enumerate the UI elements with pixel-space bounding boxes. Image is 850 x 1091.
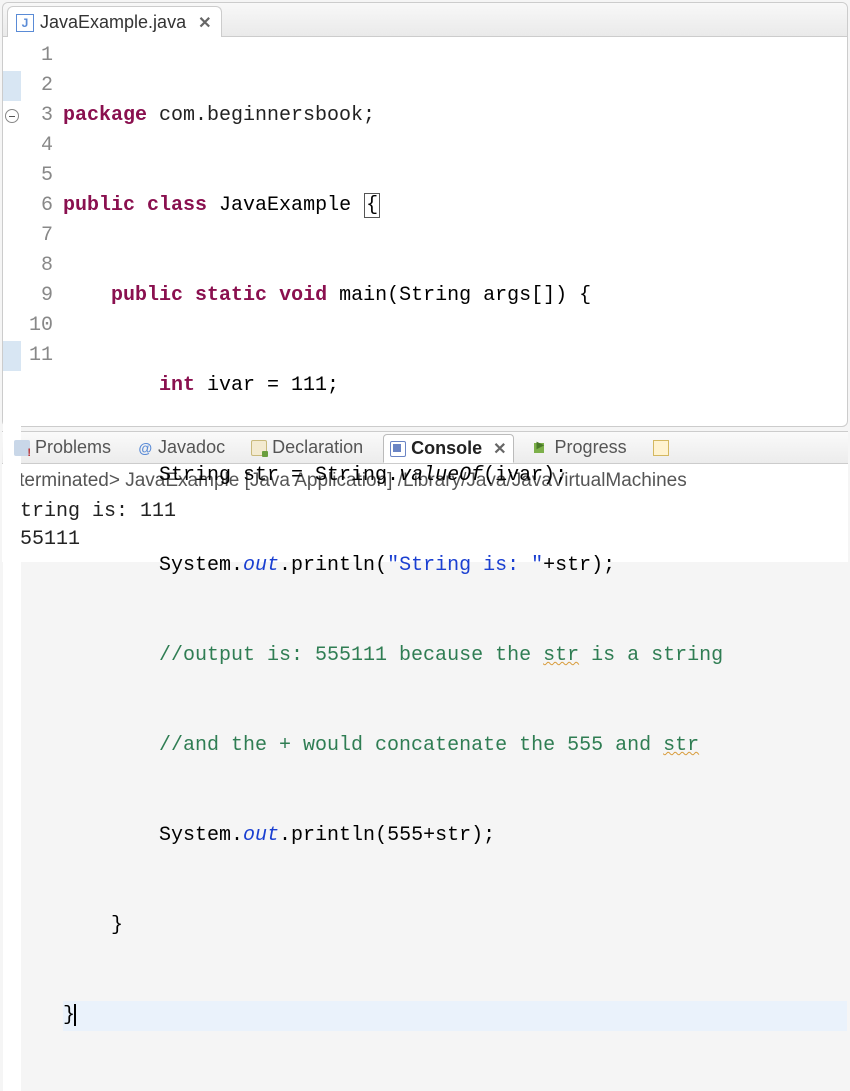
fold-toggle-icon[interactable]	[5, 109, 19, 123]
code-line: //and the + would concatenate the 555 an…	[63, 731, 847, 761]
close-icon[interactable]: ✕	[493, 439, 506, 459]
editor-tab[interactable]: JavaExample.java ✕	[7, 6, 222, 37]
problems-icon	[14, 440, 30, 456]
code-line: }	[63, 911, 847, 941]
code-line: package com.beginnersbook;	[63, 101, 847, 131]
java-file-icon	[16, 14, 34, 32]
code-line: public static void main(String args[]) {	[63, 281, 847, 311]
close-icon[interactable]: ✕	[198, 13, 211, 33]
code-line: System.out.println("String is: "+str);	[63, 551, 847, 581]
code-line: int ivar = 111;	[63, 371, 847, 401]
search-icon	[653, 440, 669, 456]
code-line: System.out.println(555+str);	[63, 821, 847, 851]
code-line: String str = String.valueOf(ivar);	[63, 461, 847, 491]
editor-panel: JavaExample.java ✕ 1 2 3 4 5 6 7 8 9	[2, 2, 848, 427]
console-icon	[390, 441, 406, 457]
progress-icon	[534, 440, 550, 456]
editor-tab-bar: JavaExample.java ✕	[3, 3, 847, 37]
code-line: public class JavaExample {	[63, 191, 847, 221]
marker-ruler	[3, 41, 21, 1091]
code-line: //output is: 555111 because the str is a…	[63, 641, 847, 671]
editor-tab-filename: JavaExample.java	[40, 12, 186, 33]
text-cursor	[74, 1004, 76, 1026]
line-number-gutter: 1 2 3 4 5 6 7 8 9 10 11	[21, 41, 63, 1091]
code-area[interactable]: 1 2 3 4 5 6 7 8 9 10 11 package com.begi…	[3, 37, 847, 1091]
code-lines[interactable]: package com.beginnersbook; public class …	[63, 41, 847, 1091]
code-line: }	[63, 1001, 847, 1031]
tab-console[interactable]: Console ✕	[383, 434, 513, 463]
declaration-icon	[251, 440, 267, 456]
